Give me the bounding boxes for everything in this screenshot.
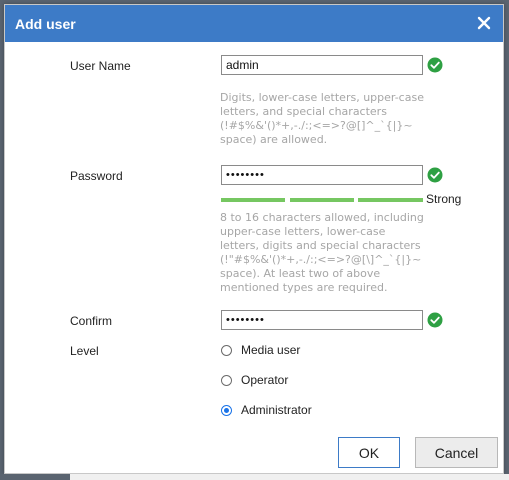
radio-operator[interactable] <box>221 374 232 386</box>
ok-button[interactable]: OK <box>338 437 400 468</box>
level-label: Level <box>70 344 99 358</box>
cancel-button[interactable]: Cancel <box>415 437 498 468</box>
radio-label-media-user: Media user <box>241 343 301 357</box>
username-valid-check-icon <box>427 57 443 73</box>
level-option-administrator[interactable]: Administrator <box>221 402 312 418</box>
confirm-valid-check-icon <box>427 312 443 328</box>
radio-label-operator: Operator <box>241 373 289 387</box>
password-valid-check-icon <box>427 167 443 183</box>
password-hint: 8 to 16 characters allowed, including up… <box>220 211 424 294</box>
password-strength-label: Strong <box>426 192 462 206</box>
strength-bar-2 <box>290 198 354 202</box>
confirm-label: Confirm <box>70 314 113 328</box>
strength-bar-3 <box>358 198 423 202</box>
password-label: Password <box>70 169 123 183</box>
radio-administrator[interactable] <box>221 404 232 416</box>
background-panel-edge <box>70 474 509 480</box>
username-input[interactable]: admin <box>221 55 423 75</box>
add-user-dialog: Add user User Name admin Digits, lower-c… <box>4 4 504 474</box>
level-option-media-user[interactable]: Media user <box>221 342 300 358</box>
password-input[interactable]: •••••••• <box>221 165 423 185</box>
username-label: User Name <box>70 59 131 73</box>
background-taskbar-strip <box>0 474 509 480</box>
strength-bar-1 <box>221 198 285 202</box>
dialog-title: Add user <box>15 16 76 32</box>
close-icon[interactable] <box>471 10 497 36</box>
radio-media-user[interactable] <box>221 344 232 356</box>
level-option-operator[interactable]: Operator <box>221 372 288 388</box>
confirm-password-input[interactable]: •••••••• <box>221 310 423 330</box>
dialog-titlebar: Add user <box>5 5 503 42</box>
radio-label-administrator: Administrator <box>241 403 312 417</box>
username-hint: Digits, lower-case letters, upper-case l… <box>220 91 424 146</box>
